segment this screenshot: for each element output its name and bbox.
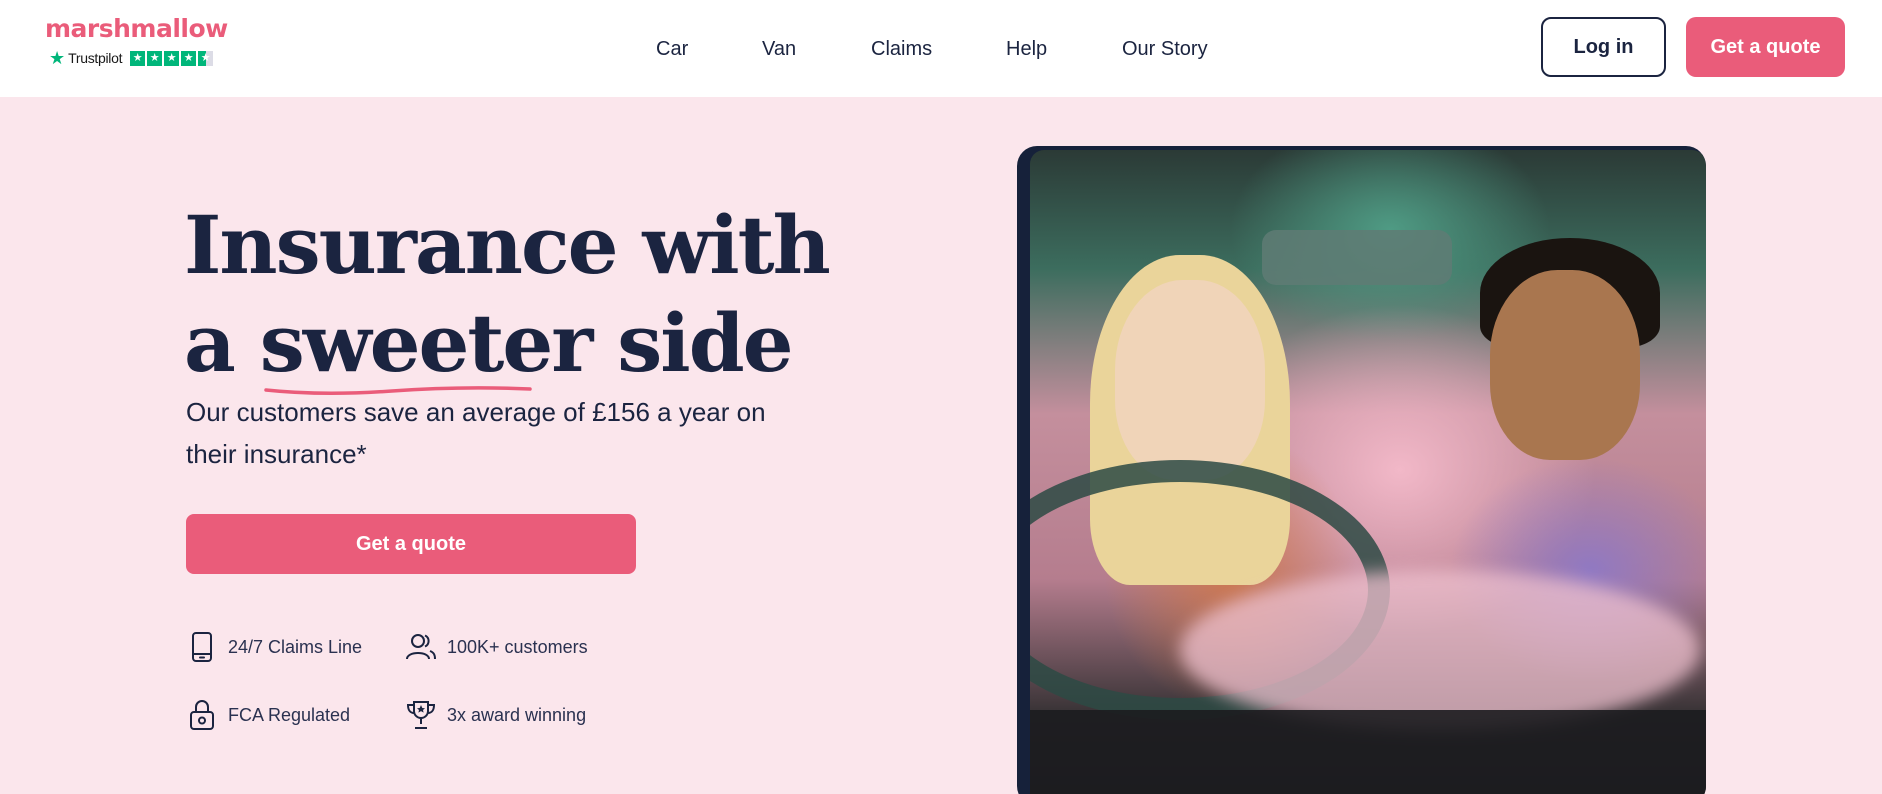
brand-wordmark[interactable]: marshmallow	[45, 14, 228, 44]
nav-our-story[interactable]: Our Story	[1122, 38, 1208, 61]
hero-title-highlight: sweeter	[259, 294, 594, 396]
photo-mirror	[1262, 230, 1452, 285]
feature-label: 3x award winning	[447, 704, 587, 725]
feature-label: 24/7 Claims Line	[228, 636, 363, 657]
hero-title-highlight-word: sweeter	[259, 296, 594, 390]
hero-title-line2: a sweeter side	[184, 294, 829, 396]
hero-get-quote-button[interactable]: Get a quote	[186, 514, 636, 574]
hero-title: Insurance with a sweeter side	[184, 196, 831, 396]
trustpilot-rating[interactable]: ★ Trustpilot ★ ★ ★ ★ ★	[49, 48, 228, 68]
nav-claims[interactable]: Claims	[871, 38, 932, 61]
phone-icon	[192, 632, 212, 662]
hero-image-frame	[1017, 146, 1706, 794]
photo-dashboard	[1030, 710, 1706, 794]
trustpilot-star-icon: ★	[49, 48, 66, 68]
star-icon: ★	[130, 50, 146, 66]
site-header: marshmallow ★ Trustpilot ★ ★ ★ ★ ★ Car V…	[0, 0, 1882, 97]
hero-title-line1: Insurance with	[184, 198, 831, 292]
feature-label: FCA Regulated	[228, 704, 351, 725]
lock-icon	[190, 700, 214, 730]
star-icon: ★	[164, 50, 180, 66]
photo-man-face	[1490, 270, 1640, 460]
photo-marshmallows	[1180, 570, 1700, 730]
star-icon: ★	[181, 50, 197, 66]
feature-label: 100K+ customers	[447, 636, 588, 657]
hero-photo	[1030, 150, 1706, 794]
hero-subtitle: Our customers save an average of £156 a …	[186, 397, 766, 469]
hero-title-end: side	[617, 296, 793, 390]
header-get-quote-button[interactable]: Get a quote	[1686, 17, 1845, 77]
feature-awards: 3x award winning	[405, 698, 586, 732]
half-star-icon: ★	[198, 50, 214, 66]
users-icon	[406, 634, 436, 660]
nav-car[interactable]: Car	[656, 38, 688, 61]
trustpilot-stars: ★ ★ ★ ★ ★	[130, 50, 214, 66]
brand-logo[interactable]: marshmallow ★ Trustpilot ★ ★ ★ ★ ★	[45, 14, 228, 68]
feature-fca: FCA Regulated	[186, 698, 350, 732]
feature-claims-line: 24/7 Claims Line	[186, 630, 362, 664]
photo-woman-face	[1115, 280, 1265, 480]
star-icon: ★	[147, 50, 163, 66]
nav-help[interactable]: Help	[1006, 38, 1047, 61]
feature-customers: 100K+ customers	[405, 630, 588, 664]
hero-title-a: a	[184, 296, 236, 390]
login-button[interactable]: Log in	[1541, 17, 1666, 77]
nav-van[interactable]: Van	[762, 38, 796, 61]
trustpilot-label: Trustpilot	[68, 50, 123, 66]
trophy-icon	[406, 701, 436, 729]
